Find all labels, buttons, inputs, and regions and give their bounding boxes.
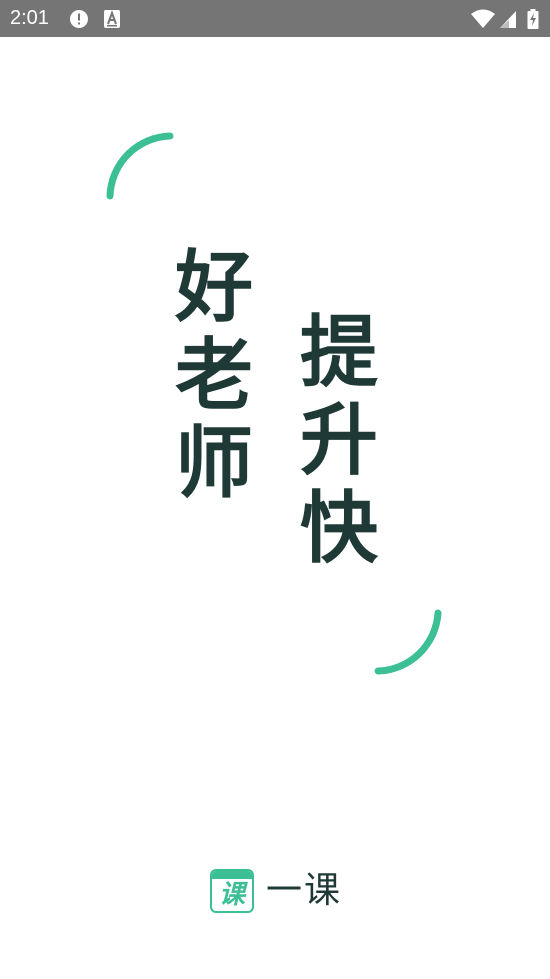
bottom-arc-decoration [374,609,442,675]
a-notification-icon [103,9,123,29]
wifi-icon [471,9,495,29]
splash-screen: 2:01 好 老 师 提 升 快 课 一课 [0,0,550,979]
logo-top-bar [212,871,252,879]
slogan-char: 快 [299,484,378,574]
alert-icon [69,9,89,29]
signal-icon [499,9,519,29]
slogan-char: 师 [174,419,253,509]
logo-icon-char: 课 [218,880,245,910]
battery-charging-icon [527,9,539,29]
slogan-char: 提 [299,308,378,398]
slogan-right-column: 提 升 快 [294,309,384,573]
slogan-char: 好 [174,243,253,333]
status-time: 2:01 [10,7,49,29]
status-bar: 2:01 [0,0,550,37]
slogan-left-column: 好 老 师 [169,244,259,508]
slogan-char: 老 [174,331,253,421]
app-logo-icon: 课 [210,869,254,913]
slogan-char: 升 [299,396,378,486]
top-arc-decoration [106,132,174,200]
brand-name: 一课 [266,870,343,911]
